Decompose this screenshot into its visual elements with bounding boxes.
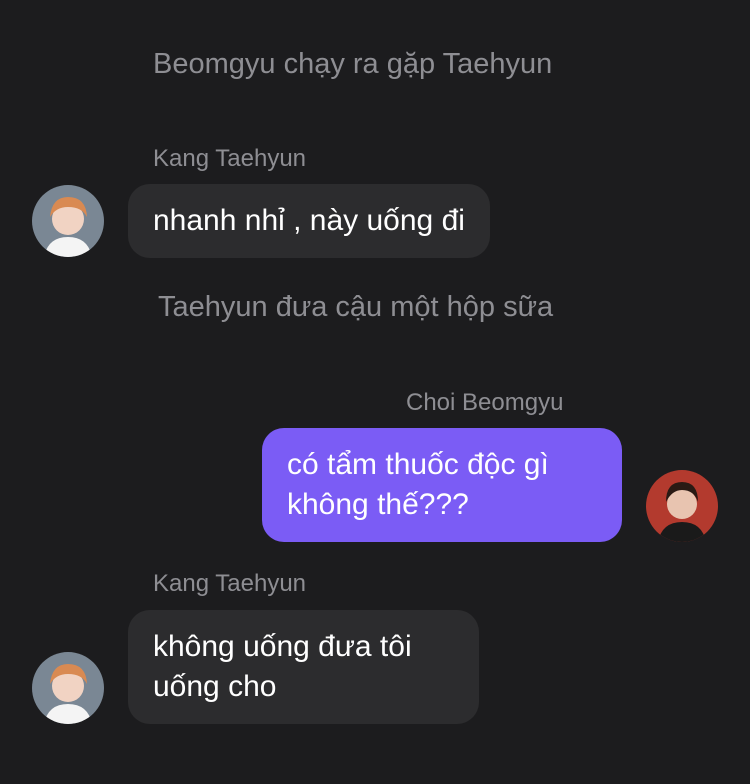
message-text-line: không uống đưa tôi — [153, 630, 412, 663]
avatar-kang-taehyun[interactable] — [32, 185, 104, 257]
portrait-icon — [32, 185, 104, 257]
message-text-line: uống cho — [153, 670, 277, 703]
message-text-line: không thế??? — [287, 488, 469, 521]
narration-text: Beomgyu chạy ra gặp Taehyun — [153, 48, 553, 80]
avatar-kang-taehyun[interactable] — [32, 652, 104, 724]
portrait-icon — [32, 652, 104, 724]
message-text-line: có tẩm thuốc độc gì — [287, 448, 549, 481]
message-text: nhanh nhỉ , này uống đi — [153, 204, 465, 237]
sender-name: Kang Taehyun — [153, 145, 307, 172]
avatar-choi-beomgyu[interactable] — [646, 470, 718, 542]
narration-text: Taehyun đưa cậu một hộp sữa — [158, 291, 554, 323]
portrait-icon — [646, 470, 718, 542]
message-bubble-outgoing[interactable]: có tẩm thuốc độc gì không thế??? — [262, 428, 622, 542]
message-bubble-incoming[interactable]: không uống đưa tôi uống cho — [128, 610, 479, 724]
sender-name: Kang Taehyun — [153, 570, 307, 597]
message-bubble-incoming[interactable]: nhanh nhỉ , này uống đi — [128, 184, 490, 258]
sender-name: Choi Beomgyu — [406, 389, 564, 416]
